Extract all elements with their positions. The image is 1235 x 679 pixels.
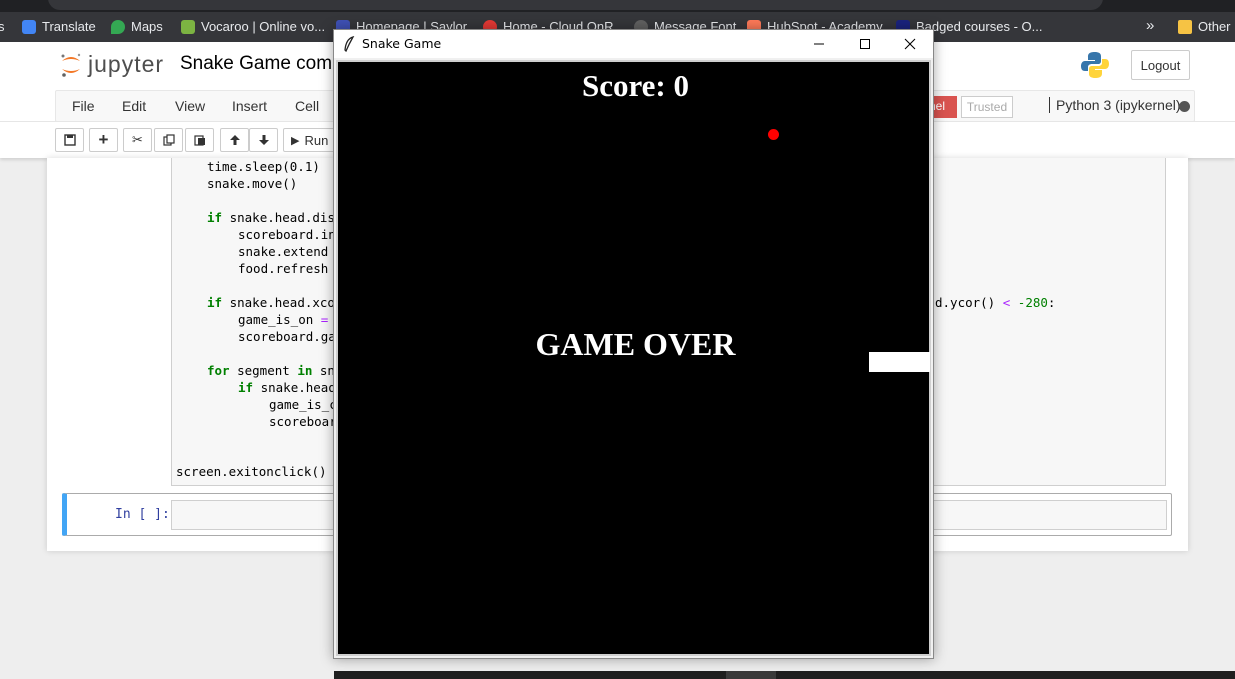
code-line: scoreboard.in <box>238 227 336 242</box>
kernel-busy-indicator <box>1179 101 1190 112</box>
code-line: d.ycor() < -280: <box>935 295 1056 310</box>
bookmark-translate[interactable]: Translate <box>22 19 96 34</box>
snake-body <box>869 352 930 372</box>
code-line: time.sleep(0.1) <box>207 159 320 174</box>
tk-feather-icon <box>344 36 355 52</box>
save-button[interactable] <box>55 128 84 152</box>
close-icon <box>904 38 916 50</box>
copy-icon <box>162 134 175 146</box>
snake-game-window: Snake Game Score: 0 GAME OVER <box>333 29 934 659</box>
move-up-button[interactable] <box>220 128 249 152</box>
window-titlebar[interactable]: Snake Game <box>334 30 933 58</box>
browser-tabstrip <box>0 0 1235 12</box>
bookmark-other-folder[interactable]: Other <box>1178 19 1231 34</box>
food-dot <box>768 129 779 140</box>
logout-button[interactable]: Logout <box>1131 50 1190 80</box>
play-icon: ▶ <box>291 134 300 147</box>
menu-cell[interactable]: Cell <box>295 98 319 114</box>
bookmark-partial[interactable]: s <box>0 19 5 34</box>
menu-file[interactable]: File <box>72 98 95 114</box>
cell-prompt: In [ ]: <box>115 507 170 522</box>
code-line: game_is_on = <box>238 312 329 327</box>
paste-button[interactable] <box>185 128 214 152</box>
run-label: Run <box>304 132 329 148</box>
code-line: scoreboard.ga <box>238 329 336 344</box>
notebook-title[interactable]: Snake Game com <box>180 53 332 75</box>
minimize-button[interactable] <box>796 30 842 58</box>
bookmark-label: Badged courses - O... <box>916 19 1043 34</box>
code-line: game_is_c <box>269 397 337 412</box>
code-line: snake.move() <box>207 176 298 191</box>
kernel-name[interactable]: Python 3 (ipykernel) <box>1049 97 1181 113</box>
bookmark-label: Maps <box>131 19 163 34</box>
overflow-chevron-icon: » <box>1146 17 1155 34</box>
maximize-button[interactable] <box>842 30 888 58</box>
close-button[interactable] <box>887 30 933 58</box>
bookmark-label: Translate <box>42 19 96 34</box>
translate-icon <box>22 19 36 34</box>
bookmark-vocaroo[interactable]: Vocaroo | Online vo... <box>181 19 325 34</box>
code-line: snake.extend <box>238 244 329 259</box>
menu-edit[interactable]: Edit <box>122 98 146 114</box>
vocaroo-icon <box>181 19 195 34</box>
plus-icon: + <box>98 130 109 149</box>
jupyter-logo[interactable]: jupyter <box>60 51 164 78</box>
score-label: Score: 0 <box>581 68 690 103</box>
move-down-button[interactable] <box>249 128 278 152</box>
bookmarks-overflow-button[interactable]: » <box>1146 17 1154 34</box>
taskbar-item[interactable] <box>726 671 776 679</box>
bookmark-maps[interactable]: Maps <box>111 19 163 34</box>
code-line: scoreboar <box>269 414 337 429</box>
insert-cell-button[interactable]: + <box>89 128 118 152</box>
code-line: food.refresh <box>238 261 329 276</box>
game-over-message: GAME OVER <box>535 326 736 362</box>
code-line: for segment in sn <box>207 363 335 378</box>
bookmark-label: Vocaroo | Online vo... <box>201 19 326 34</box>
arrow-up-icon <box>229 135 240 145</box>
code-line: if snake.head.xco <box>207 295 335 310</box>
code-line: if snake.head.dis <box>207 210 335 225</box>
menu-view[interactable]: View <box>175 98 205 114</box>
scissors-icon: ✂ <box>132 132 143 147</box>
cut-button[interactable]: ✂ <box>123 128 152 152</box>
jupyter-orbit-icon <box>61 53 81 77</box>
bookmark-label: Other <box>1198 19 1231 34</box>
menu-insert[interactable]: Insert <box>232 98 267 114</box>
folder-icon <box>1178 19 1192 34</box>
save-icon <box>63 134 76 146</box>
code-line: if snake.head <box>238 380 336 395</box>
game-canvas[interactable]: Score: 0 GAME OVER <box>336 60 931 656</box>
arrow-down-icon <box>258 135 269 145</box>
trusted-indicator[interactable]: Trusted <box>961 96 1013 118</box>
maps-pin-icon <box>111 19 125 34</box>
taskbar <box>334 671 1235 679</box>
copy-button[interactable] <box>154 128 183 152</box>
minimize-icon <box>814 43 824 45</box>
paste-icon <box>193 135 205 146</box>
window-title: Snake Game <box>362 36 442 51</box>
python-logo-icon <box>1081 52 1109 78</box>
address-bar[interactable] <box>48 0 1103 10</box>
code-line: screen.exitonclick() <box>176 464 327 479</box>
maximize-icon <box>860 39 870 49</box>
jupyter-logo-text: jupyter <box>88 51 165 77</box>
